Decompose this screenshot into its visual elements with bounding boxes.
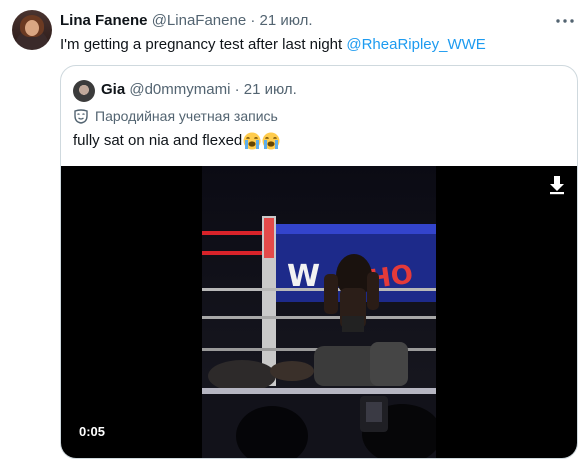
ellipsis-icon[interactable] xyxy=(554,12,576,30)
quote-header: Gia @d0mmymami · 21 июл. xyxy=(101,80,297,100)
tweet-body: I'm getting a pregnancy test after last … xyxy=(60,36,347,53)
video-player[interactable]: W SHO 0:05 xyxy=(61,166,577,458)
parody-text: Пародийная учетная запись xyxy=(95,108,278,124)
parody-label: Пародийная учетная запись xyxy=(73,107,278,125)
quote-text: fully sat on nia and flexed xyxy=(73,130,280,152)
loudly-crying-face-icon xyxy=(243,132,261,150)
tweet-date[interactable]: 21 июл. xyxy=(260,12,313,29)
quote-user-handle[interactable]: @d0mmymami xyxy=(129,81,230,98)
mask-icon xyxy=(73,108,89,124)
video-frame: W SHO xyxy=(202,166,436,458)
quote-body: fully sat on nia and flexed xyxy=(73,132,243,149)
mention-link[interactable]: @RheaRipley_WWE xyxy=(346,36,485,53)
quote-avatar[interactable] xyxy=(73,80,95,102)
quote-date[interactable]: 21 июл. xyxy=(244,81,297,98)
avatar[interactable] xyxy=(12,10,52,50)
user-handle[interactable]: @LinaFanene xyxy=(152,12,246,29)
loudly-crying-face-icon xyxy=(262,132,280,150)
separator-dot: · xyxy=(250,12,256,29)
display-name[interactable]: Lina Fanene xyxy=(60,12,148,29)
tweet-card[interactable]: Lina Fanene @LinaFanene · 21 июл. I'm ge… xyxy=(0,0,586,467)
quoted-tweet[interactable]: Gia @d0mmymami · 21 июл. Пародийная учет… xyxy=(60,65,578,459)
quote-display-name[interactable]: Gia xyxy=(101,81,125,98)
quote-separator-dot: · xyxy=(234,81,240,98)
video-duration: 0:05 xyxy=(79,424,106,439)
tweet-text: I'm getting a pregnancy test after last … xyxy=(60,35,486,55)
download-arrow-icon[interactable] xyxy=(548,175,566,195)
tweet-header: Lina Fanene @LinaFanene · 21 июл. xyxy=(60,11,313,31)
